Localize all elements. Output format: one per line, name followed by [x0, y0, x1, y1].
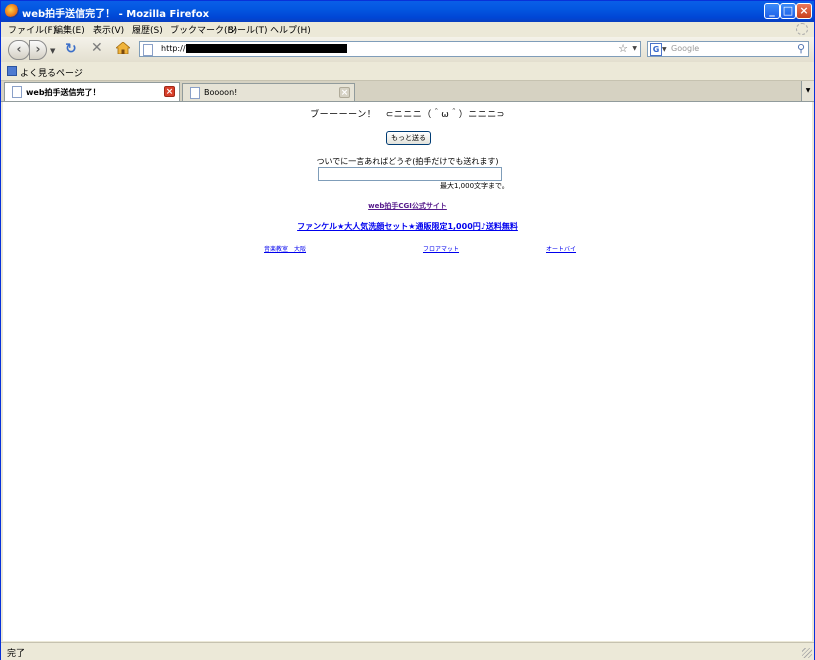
- window-title: web拍手送信完了！ - Mozilla Firefox: [22, 9, 210, 20]
- tab-bar: web拍手送信完了！ × Boooon! ×: [1, 81, 814, 102]
- menu-edit[interactable]: 編集(E): [54, 23, 85, 36]
- back-button[interactable]: ‹: [8, 40, 30, 60]
- menu-bar: ファイル(F) 編集(E) 表示(V) 履歴(S) ブックマーク(B) ツール(…: [1, 22, 814, 37]
- status-text: 完了: [7, 649, 26, 659]
- completion-message: ブーーーーン！ ⊂ニニニ（＾ω＾）ニニニ⊃: [310, 110, 505, 120]
- reload-icon[interactable]: ↻: [65, 41, 77, 57]
- close-tab-icon[interactable]: ×: [164, 86, 175, 97]
- close-window-button[interactable]: ×: [796, 3, 812, 19]
- redacted-url-block: [186, 44, 347, 53]
- comment-input[interactable]: [318, 167, 502, 181]
- minimize-button[interactable]: _: [764, 3, 780, 19]
- menu-view[interactable]: 表示(V): [93, 23, 124, 36]
- ad-link-fancl[interactable]: ファンケル★大人気洗顔セット★通販限定1,000円♪送料無料: [297, 222, 518, 231]
- status-bar: 完了: [1, 642, 814, 660]
- bookmark-folder-icon: [7, 66, 17, 76]
- max-length-note: 最大1,000文字まで。: [440, 182, 509, 190]
- menu-file[interactable]: ファイル(F): [8, 23, 56, 36]
- bookmark-star-icon[interactable]: ☆: [618, 42, 628, 55]
- firefox-icon: [5, 4, 19, 18]
- comment-prompt: ついでに一言あればどうぞ(拍手だけでも送れます): [316, 157, 499, 166]
- forward-arrow-icon: ›: [35, 42, 41, 56]
- ad-link-floor-mat[interactable]: フロアマット: [423, 244, 459, 253]
- official-site-link[interactable]: web拍手CGI公式サイト: [368, 202, 447, 210]
- close-tab-icon[interactable]: ×: [339, 87, 350, 98]
- stop-icon[interactable]: ✕: [91, 40, 103, 56]
- search-placeholder: Google: [671, 44, 700, 53]
- page-icon: [190, 87, 200, 99]
- menu-help[interactable]: ヘルプ(H): [270, 23, 311, 36]
- forward-button[interactable]: ›: [29, 40, 47, 60]
- menu-history[interactable]: 履歴(S): [132, 23, 163, 36]
- home-icon[interactable]: [116, 42, 130, 54]
- search-icon[interactable]: ⚲: [797, 42, 805, 55]
- title-bar: web拍手送信完了！ - Mozilla Firefox _ □ ×: [1, 1, 814, 22]
- tab-list-dropdown-icon[interactable]: ▼: [801, 81, 814, 101]
- resize-grip-icon[interactable]: [802, 648, 812, 658]
- tab-label: Boooon!: [204, 88, 238, 97]
- bookmarks-toolbar: よく見るページ: [1, 62, 814, 81]
- ad-link-music-school[interactable]: 音楽教室 大阪: [264, 244, 306, 253]
- page-icon: [143, 44, 153, 56]
- url-text: http://: [161, 44, 186, 53]
- back-arrow-icon: ‹: [16, 42, 22, 56]
- google-engine-icon[interactable]: G: [650, 43, 662, 56]
- page-content: ブーーーーン！ ⊂ニニニ（＾ω＾）ニニニ⊃ もっと送る ついでに一言あればどうぞ…: [3, 102, 812, 641]
- throbber-icon: [796, 23, 808, 35]
- menu-tools[interactable]: ツール(T): [228, 23, 268, 36]
- browser-window: web拍手送信完了！ - Mozilla Firefox _ □ × ファイル(…: [0, 0, 815, 660]
- search-box[interactable]: G ▼ Google ⚲: [647, 41, 809, 57]
- send-more-button[interactable]: もっと送る: [386, 131, 431, 145]
- bookmark-item-most-visited[interactable]: よく見るページ: [20, 66, 83, 79]
- ad-link-motorcycle[interactable]: オートバイ: [546, 244, 576, 253]
- url-bar[interactable]: http:// ☆ ▼: [139, 41, 641, 57]
- url-dropdown-icon[interactable]: ▼: [632, 45, 637, 52]
- engine-dropdown-icon[interactable]: ▼: [662, 46, 667, 53]
- page-icon: [12, 86, 22, 98]
- tab-web-clap-complete[interactable]: web拍手送信完了！ ×: [4, 82, 180, 101]
- tab-boooon[interactable]: Boooon! ×: [182, 83, 355, 101]
- maximize-button[interactable]: □: [780, 3, 796, 19]
- tab-label: web拍手送信完了！: [26, 88, 101, 97]
- history-dropdown-icon[interactable]: ▼: [50, 47, 55, 55]
